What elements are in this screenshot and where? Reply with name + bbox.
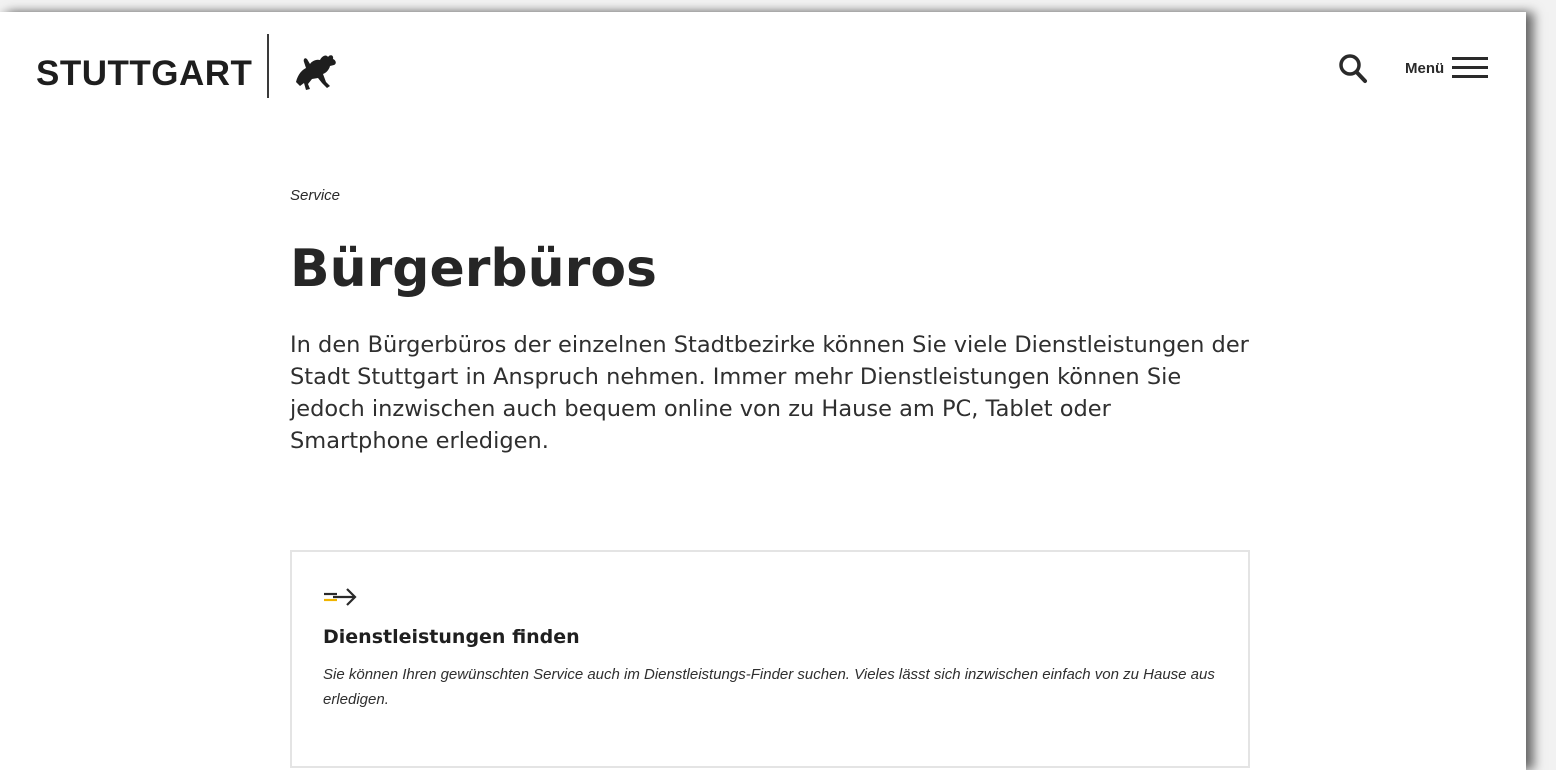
logo-divider <box>267 34 269 98</box>
menu-label: Menü <box>1405 59 1445 77</box>
browser-window: STUTTGART Menü Service Bürgerbüros In de… <box>0 12 1526 770</box>
menu-button[interactable]: Menü <box>1405 52 1489 84</box>
card-description: Sie können Ihren gewünschten Service auc… <box>323 666 1215 708</box>
stuttgart-horse-icon[interactable] <box>290 52 340 92</box>
logo-wordmark[interactable]: STUTTGART <box>36 56 252 91</box>
card-title: Dienstleistungen finden <box>323 626 580 648</box>
page-title: Bürgerbüros <box>290 239 657 299</box>
intro-text: In den Bürgerbüros der einzelnen Stadtbe… <box>290 332 1249 454</box>
service-finder-card[interactable]: Dienstleistungen finden Sie können Ihren… <box>290 550 1250 768</box>
arrow-right-icon <box>324 588 357 606</box>
hamburger-icon <box>1452 57 1489 79</box>
site-header: STUTTGART Menü <box>0 12 1526 132</box>
main-content: Service Bürgerbüros In den Bürgerbüros d… <box>290 187 1250 457</box>
breadcrumb[interactable]: Service <box>290 187 1250 211</box>
search-icon[interactable] <box>1338 52 1368 84</box>
